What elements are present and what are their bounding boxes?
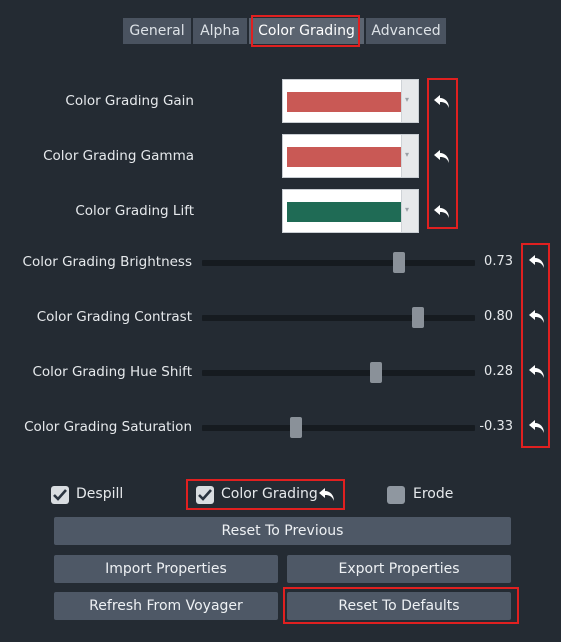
chevron-down-icon: ▾: [405, 150, 410, 159]
hue-shift-value: 0.28: [484, 364, 513, 379]
brightness-label: Color Grading Brightness: [22, 254, 192, 270]
contrast-track[interactable]: [202, 315, 475, 321]
reset-to-defaults-button[interactable]: Reset To Defaults: [287, 592, 511, 620]
contrast-value: 0.80: [484, 309, 513, 324]
undo-arrow-icon[interactable]: [528, 309, 546, 325]
color-lift-label: Color Grading Lift: [75, 203, 194, 219]
undo-arrow-icon[interactable]: [318, 487, 336, 503]
erode-label: Erode: [413, 486, 454, 502]
undo-arrow-icon[interactable]: [528, 419, 546, 435]
hue-shift-track[interactable]: [202, 370, 475, 376]
chevron-down-icon: ▾: [405, 205, 410, 214]
hue-shift-label: Color Grading Hue Shift: [32, 364, 192, 380]
color-gamma-label: Color Grading Gamma: [43, 148, 194, 164]
undo-highlight-box-sliders: [521, 243, 550, 448]
undo-arrow-icon[interactable]: [433, 149, 451, 165]
color-gamma-picker[interactable]: ▾: [282, 134, 419, 178]
color-grading-checkbox[interactable]: [196, 486, 214, 504]
color-lift-picker[interactable]: ▾: [282, 189, 419, 233]
undo-arrow-icon[interactable]: [433, 94, 451, 110]
import-properties-button[interactable]: Import Properties: [54, 555, 278, 583]
color-gamma-swatch: [287, 147, 401, 167]
contrast-thumb[interactable]: [412, 307, 424, 328]
color-lift-dropdown[interactable]: ▾: [401, 190, 418, 232]
checkmark-icon: [198, 489, 212, 501]
color-gain-picker[interactable]: ▾: [282, 79, 419, 123]
undo-arrow-icon[interactable]: [528, 254, 546, 270]
color-gain-label: Color Grading Gain: [65, 93, 194, 109]
tab-advanced[interactable]: Advanced: [366, 18, 446, 44]
tab-color-grading[interactable]: Color Grading: [249, 18, 364, 44]
contrast-label: Color Grading Contrast: [36, 309, 192, 325]
saturation-value: -0.33: [479, 419, 513, 434]
despill-label: Despill: [76, 486, 124, 502]
despill-checkbox[interactable]: [51, 486, 69, 504]
saturation-track[interactable]: [202, 425, 475, 431]
undo-arrow-icon[interactable]: [528, 364, 546, 380]
brightness-track[interactable]: [202, 260, 475, 266]
tab-alpha[interactable]: Alpha: [193, 18, 247, 44]
chevron-down-icon: ▾: [405, 95, 410, 104]
tab-general[interactable]: General: [123, 18, 191, 44]
brightness-value: 0.73: [484, 254, 513, 269]
export-properties-button[interactable]: Export Properties: [287, 555, 511, 583]
refresh-from-voyager-button[interactable]: Refresh From Voyager: [54, 592, 278, 620]
color-gain-swatch: [287, 92, 401, 112]
brightness-thumb[interactable]: [393, 252, 405, 273]
reset-to-previous-button[interactable]: Reset To Previous: [54, 517, 511, 545]
color-gamma-dropdown[interactable]: ▾: [401, 135, 418, 177]
checkmark-icon: [53, 489, 67, 501]
hue-shift-thumb[interactable]: [370, 362, 382, 383]
erode-checkbox[interactable]: [387, 486, 405, 504]
undo-arrow-icon[interactable]: [433, 204, 451, 220]
saturation-thumb[interactable]: [290, 417, 302, 438]
saturation-label: Color Grading Saturation: [24, 419, 192, 435]
color-grading-label: Color Grading: [221, 486, 318, 502]
color-gain-dropdown[interactable]: ▾: [401, 80, 418, 122]
color-lift-swatch: [287, 202, 401, 222]
